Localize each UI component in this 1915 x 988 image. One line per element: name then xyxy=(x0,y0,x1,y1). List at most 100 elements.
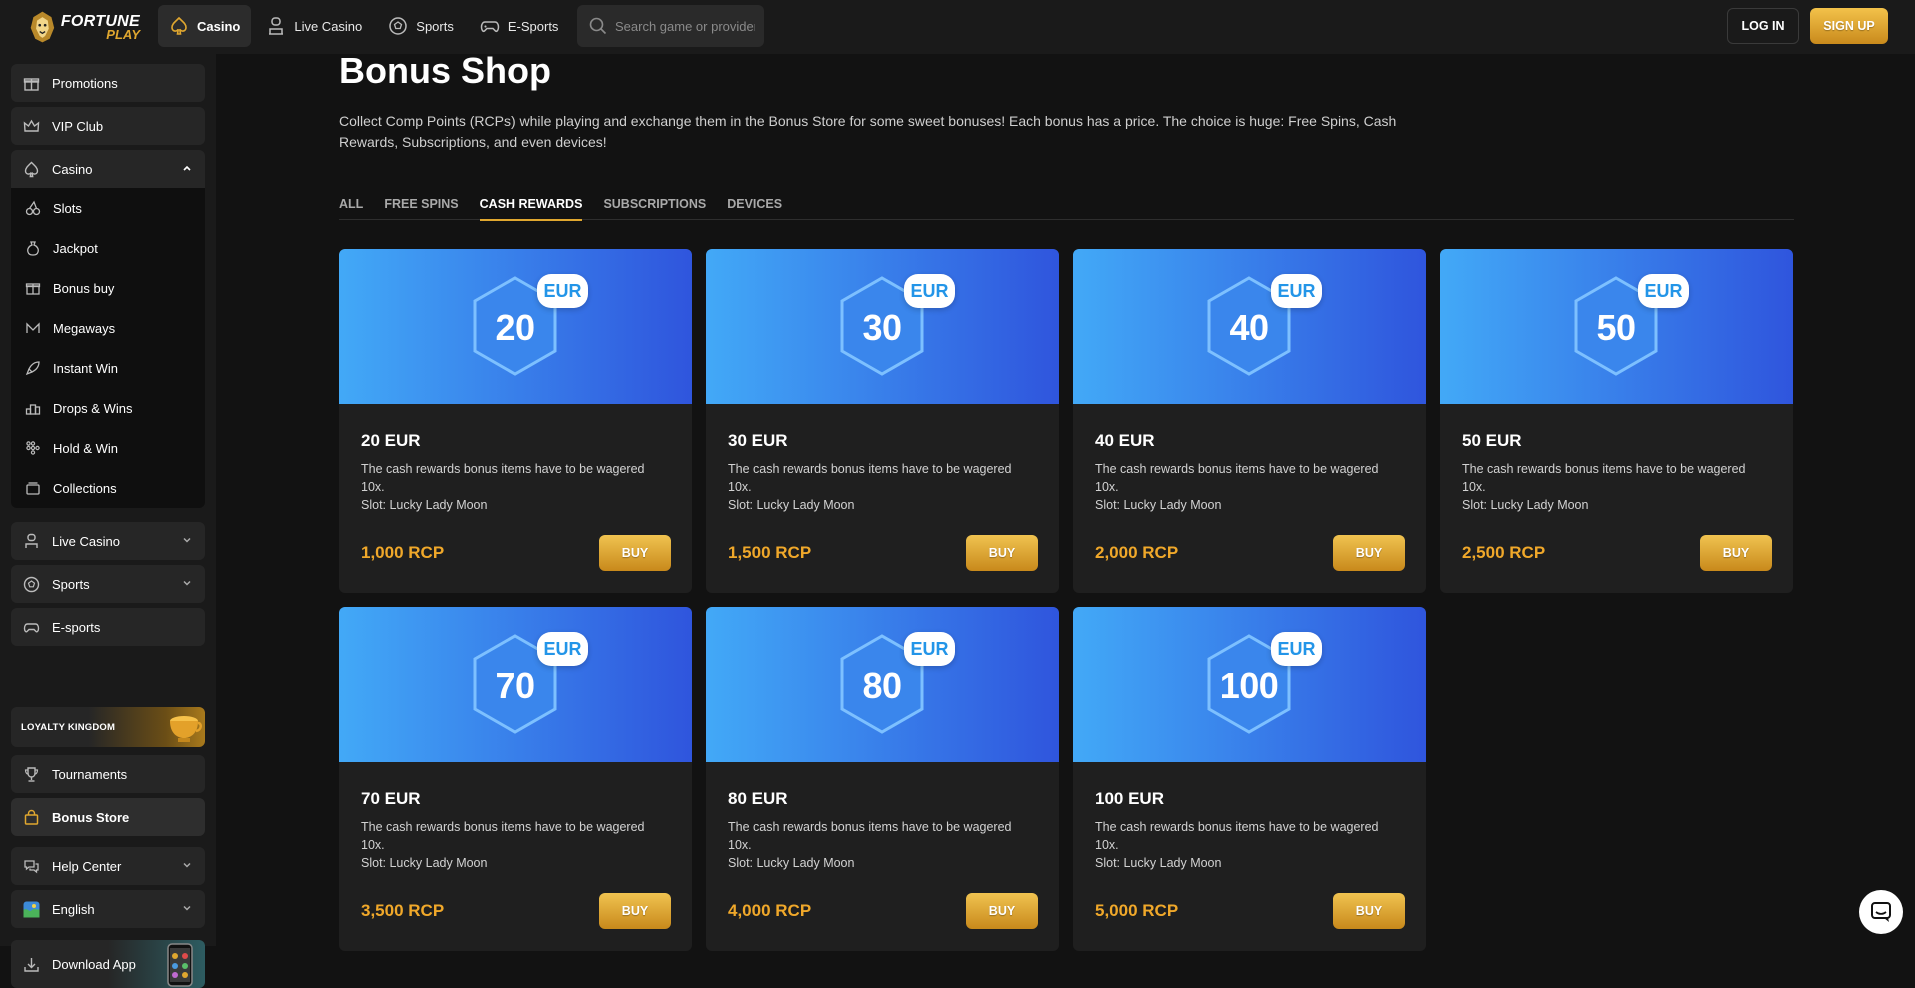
logo[interactable]: FORTUNE PLAY xyxy=(28,6,140,48)
loyalty-kingdom-banner[interactable]: LOYALTY KINGDOM xyxy=(11,707,205,747)
reward-price: 3,500 RCP xyxy=(361,901,445,920)
buy-button[interactable]: BUY xyxy=(599,893,671,929)
reward-description: The cash rewards bonus items have to be … xyxy=(361,460,661,514)
lion-logo-icon xyxy=(30,11,55,43)
sidebar-item-drops-wins[interactable]: Drops & Wins xyxy=(11,388,205,428)
buy-button[interactable]: BUY xyxy=(966,535,1038,571)
language-selector[interactable]: English xyxy=(11,890,205,928)
megaways-icon xyxy=(26,322,40,333)
buy-button[interactable]: BUY xyxy=(966,893,1038,929)
chevron-down-icon xyxy=(183,580,191,586)
download-icon xyxy=(24,957,39,972)
sidebar-item-live-casino[interactable]: Live Casino xyxy=(11,522,205,560)
reward-wager-text: The cash rewards bonus items have to be … xyxy=(1095,462,1379,494)
sidebar-item-label: Tournaments xyxy=(52,766,128,782)
download-app-button[interactable]: Download App xyxy=(11,940,205,988)
reward-slot-text: Slot: Lucky Lady Moon xyxy=(361,856,488,870)
reward-amount: 30 xyxy=(862,307,902,348)
reward-price: 2,000 RCP xyxy=(1095,543,1179,562)
sidebar-subitem-label: Hold & Win xyxy=(53,440,119,456)
buy-button[interactable]: BUY xyxy=(1700,535,1772,571)
sidebar-item-label: Live Casino xyxy=(52,533,120,549)
reward-price: 1,000 RCP xyxy=(361,543,445,562)
soccer-ball-icon xyxy=(23,576,40,592)
globe-flag-icon xyxy=(23,901,40,917)
trophy-icon xyxy=(24,766,39,782)
reward-wager-text: The cash rewards bonus items have to be … xyxy=(361,820,645,852)
buy-button[interactable]: BUY xyxy=(1333,535,1405,571)
sidebar-item-help-center[interactable]: Help Center xyxy=(11,847,205,885)
reward-description: The cash rewards bonus items have to be … xyxy=(1095,818,1395,872)
sidebar-item-jackpot[interactable]: Jackpot xyxy=(11,228,205,268)
reward-price: 1,500 RCP xyxy=(728,543,812,562)
reward-wager-text: The cash rewards bonus items have to be … xyxy=(361,462,645,494)
sidebar-item-sports[interactable]: Sports xyxy=(11,565,205,603)
reward-card: 40 EUR 40 EUR The cash rewards bonus ite… xyxy=(1073,249,1426,593)
nav-casino[interactable]: Casino xyxy=(158,5,252,47)
gift-box-icon xyxy=(25,283,41,295)
reward-card: 80 EUR 80 EUR The cash rewards bonus ite… xyxy=(706,607,1059,951)
currency-badge: EUR xyxy=(537,632,588,666)
sidebar-item-casino[interactable]: Casino xyxy=(11,150,205,188)
nav-live-casino[interactable]: Live Casino xyxy=(255,5,373,47)
reward-banner: 30 EUR xyxy=(706,249,1059,404)
search-input[interactable] xyxy=(615,18,755,34)
reward-title: 30 EUR xyxy=(728,431,788,450)
sidebar-item-megaways[interactable]: Megaways xyxy=(11,308,205,348)
gift-icon xyxy=(23,77,40,91)
main-nav: Casino Live Casino Sports E-Sports xyxy=(158,5,569,47)
sidebar-item-esports[interactable]: E-sports xyxy=(11,608,205,646)
nav-esports-label: E-Sports xyxy=(507,18,559,34)
sidebar-item-collections[interactable]: Collections xyxy=(11,468,205,508)
sidebar-subitem-label: Megaways xyxy=(53,320,116,336)
shopping-bag-icon xyxy=(24,809,39,825)
login-button[interactable]: LOG IN xyxy=(1727,8,1799,44)
chevron-up-icon xyxy=(183,165,191,171)
tab-cash-rewards[interactable]: CASH REWARDS xyxy=(479,186,582,221)
reward-title: 40 EUR xyxy=(1095,431,1155,450)
sidebar-item-hold-win[interactable]: Hold & Win xyxy=(11,428,205,468)
sidebar-item-slots[interactable]: Slots xyxy=(11,188,205,228)
reward-banner: 100 EUR xyxy=(1073,607,1426,762)
reward-amount: 20 xyxy=(495,307,535,348)
reward-card: 70 EUR 70 EUR The cash rewards bonus ite… xyxy=(339,607,692,951)
reward-price: 4,000 RCP xyxy=(728,901,812,920)
nav-live-casino-label: Live Casino xyxy=(294,18,363,34)
reward-wager-text: The cash rewards bonus items have to be … xyxy=(728,820,1012,852)
currency-badge: EUR xyxy=(1271,274,1322,308)
reward-slot-text: Slot: Lucky Lady Moon xyxy=(1095,498,1222,512)
sidebar-item-promotions[interactable]: Promotions xyxy=(11,64,205,102)
tab-subscriptions[interactable]: SUBSCRIPTIONS xyxy=(603,186,706,220)
reward-card: 50 EUR 50 EUR The cash rewards bonus ite… xyxy=(1440,249,1793,593)
sidebar-subitem-label: Bonus buy xyxy=(53,280,115,296)
buy-button[interactable]: BUY xyxy=(599,535,671,571)
reward-slot-text: Slot: Lucky Lady Moon xyxy=(1462,498,1589,512)
cherries-icon xyxy=(25,200,41,216)
tab-free-spins[interactable]: FREE SPINS xyxy=(384,186,458,220)
category-tabs: ALL FREE SPINS CASH REWARDS SUBSCRIPTION… xyxy=(339,186,1794,221)
page-title: Bonus Shop xyxy=(339,50,551,91)
nav-esports[interactable]: E-Sports xyxy=(469,5,570,47)
buy-button[interactable]: BUY xyxy=(1333,893,1405,929)
tab-devices[interactable]: DEVICES xyxy=(727,186,782,220)
sidebar-item-bonus-store[interactable]: Bonus Store xyxy=(11,798,205,836)
reward-card: 100 EUR 100 EUR The cash rewards bonus i… xyxy=(1073,607,1426,951)
tab-all[interactable]: ALL xyxy=(339,186,363,220)
gold-cup-icon xyxy=(170,716,202,742)
sidebar-subitem-label: Slots xyxy=(53,200,82,216)
reward-amount: 80 xyxy=(862,665,902,706)
sidebar-item-tournaments[interactable]: Tournaments xyxy=(11,755,205,793)
sidebar-item-bonus-buy[interactable]: Bonus buy xyxy=(11,268,205,308)
sidebar-item-vip-club[interactable]: VIP Club xyxy=(11,107,205,145)
reward-description: The cash rewards bonus items have to be … xyxy=(361,818,661,872)
chat-button[interactable] xyxy=(1859,890,1903,934)
signup-button[interactable]: SIGN UP xyxy=(1810,8,1888,44)
nav-casino-label: Casino xyxy=(197,18,241,34)
loyalty-label: LOYALTY KINGDOM xyxy=(21,721,116,733)
reward-wager-text: The cash rewards bonus items have to be … xyxy=(1462,462,1746,494)
reward-slot-text: Slot: Lucky Lady Moon xyxy=(728,856,855,870)
search-box[interactable] xyxy=(577,5,764,47)
reward-slot-text: Slot: Lucky Lady Moon xyxy=(361,498,488,512)
nav-sports[interactable]: Sports xyxy=(377,5,465,47)
sidebar-item-instant-win[interactable]: Instant Win xyxy=(11,348,205,388)
